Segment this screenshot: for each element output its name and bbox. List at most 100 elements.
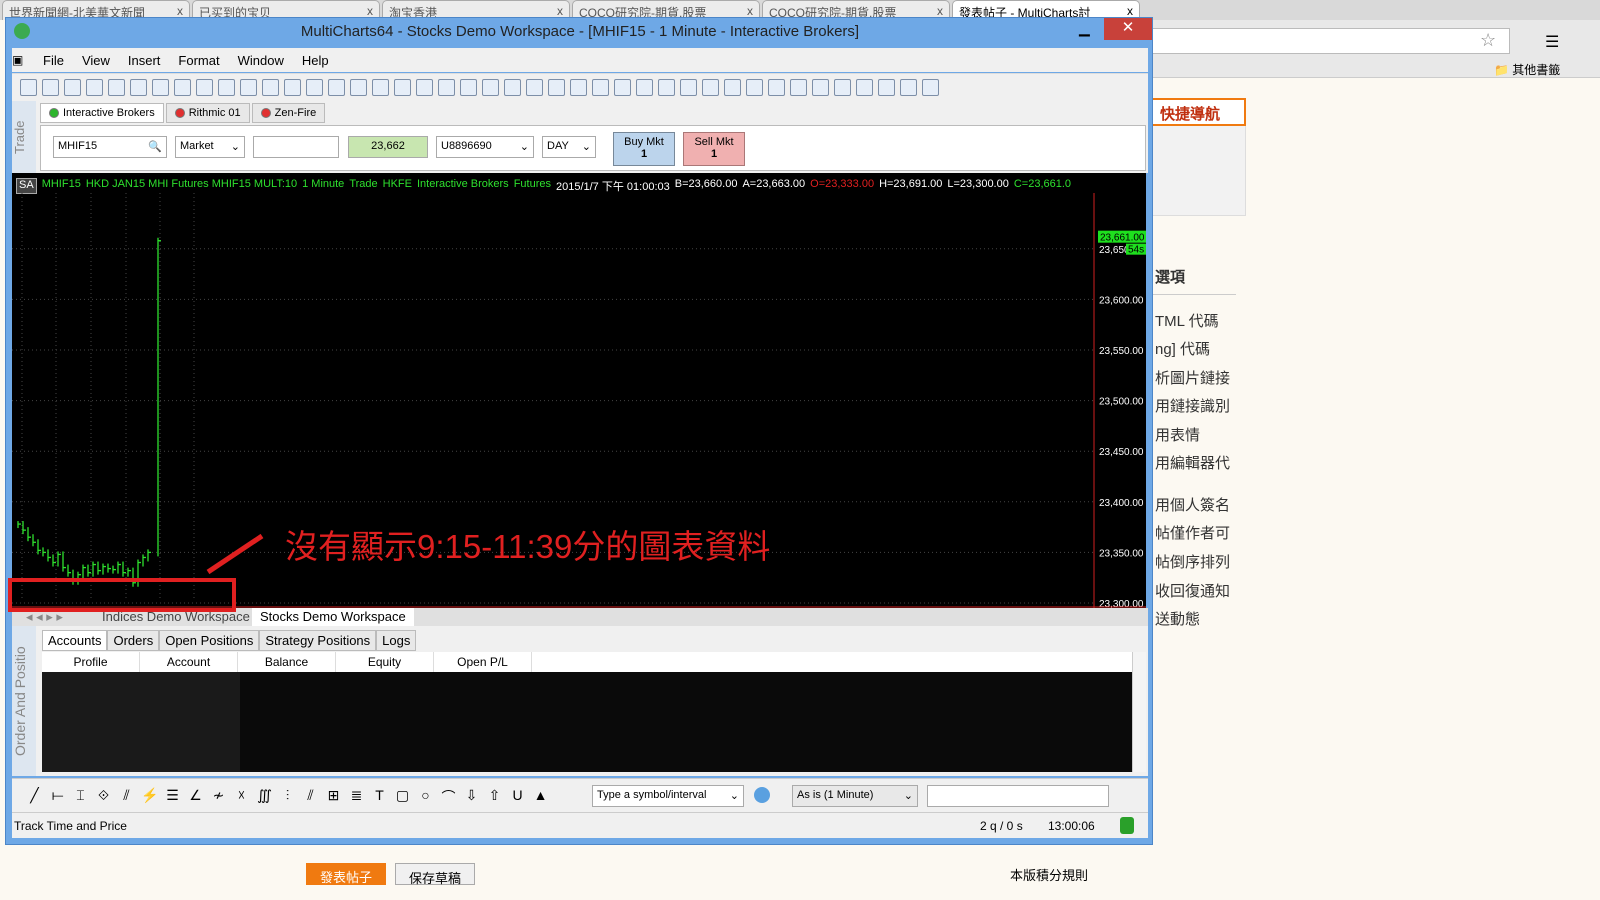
toolbar-button[interactable] — [768, 79, 785, 96]
post-button[interactable]: 發表帖子 — [306, 863, 386, 885]
connection-tab[interactable]: Rithmic 01 — [165, 103, 250, 123]
symbol-input[interactable]: MHIF15 🔍 — [53, 136, 167, 158]
drawing-tool-icon[interactable]: ≁ — [210, 787, 227, 807]
toolbar-button[interactable] — [746, 79, 763, 96]
menu-window[interactable]: Window — [229, 53, 293, 68]
minimize-icon[interactable]: ▁ — [1079, 20, 1090, 37]
tab-orders[interactable]: Orders — [107, 630, 160, 651]
buy-market-button[interactable]: Buy Mkt 1 — [613, 132, 675, 166]
drawing-tool-icon[interactable]: ☰ — [164, 787, 181, 807]
drawing-tool-icon[interactable]: ▢ — [394, 787, 411, 807]
drawing-tool-icon[interactable]: ⟝ — [49, 787, 66, 807]
toolbar-button[interactable] — [42, 79, 59, 96]
toolbar-button[interactable] — [284, 79, 301, 96]
drawing-tool-icon[interactable]: ≣ — [348, 787, 365, 807]
tab-logs[interactable]: Logs — [376, 630, 417, 651]
close-icon[interactable]: x — [937, 4, 943, 18]
toolbar-button[interactable] — [394, 79, 411, 96]
toolbar-button[interactable] — [724, 79, 741, 96]
toolbar-button[interactable] — [592, 79, 609, 96]
drawing-tool-icon[interactable]: ⫽ — [302, 787, 319, 807]
toolbar-button[interactable] — [196, 79, 213, 96]
symbol-interval-input[interactable]: Type a symbol/interval ⌄ — [592, 785, 744, 807]
option-item[interactable]: TML 代碼 — [1155, 310, 1219, 331]
toolbar-button[interactable] — [614, 79, 631, 96]
toolbar-button[interactable] — [504, 79, 521, 96]
tif-select[interactable]: DAY ⌄ — [542, 136, 596, 158]
toolbar-button[interactable] — [482, 79, 499, 96]
close-icon[interactable]: x — [1127, 4, 1133, 18]
drawing-tool-icon[interactable]: ⫽ — [118, 787, 135, 807]
drawing-tool-icon[interactable]: ⌶ — [72, 787, 89, 807]
toolbar-button[interactable] — [152, 79, 169, 96]
toolbar-button[interactable] — [790, 79, 807, 96]
column-header[interactable]: Open P/L — [434, 652, 532, 672]
toolbar-button[interactable] — [812, 79, 829, 96]
toolbar-button[interactable] — [306, 79, 323, 96]
toolbar-button[interactable] — [900, 79, 917, 96]
column-header[interactable]: Balance — [238, 652, 336, 672]
close-icon[interactable]: ✕ — [1104, 18, 1152, 40]
option-item[interactable]: 析圖片鏈接 — [1155, 367, 1230, 388]
toolbar-button[interactable] — [372, 79, 389, 96]
drawing-tool-icon[interactable]: T — [371, 787, 388, 807]
drawing-tool-icon[interactable]: ∠ — [187, 787, 204, 807]
toolbar-button[interactable] — [64, 79, 81, 96]
drawing-tool-icon[interactable]: ⟐ — [95, 787, 112, 807]
drawing-tool-icon[interactable]: ☓ — [233, 787, 250, 807]
connection-tab[interactable]: Zen-Fire — [251, 103, 326, 123]
toolbar-button[interactable] — [856, 79, 873, 96]
toolbar-button[interactable] — [460, 79, 477, 96]
sell-market-button[interactable]: Sell Mkt 1 — [683, 132, 745, 166]
address-bar[interactable] — [1150, 28, 1510, 54]
drawing-tool-icon[interactable]: ⇩ — [463, 787, 480, 807]
drawing-tool-icon[interactable]: ╱ — [26, 787, 43, 807]
globe-icon[interactable] — [754, 787, 770, 803]
rules-link[interactable]: 本版積分規則 — [1010, 865, 1088, 884]
drawing-style-select[interactable] — [927, 785, 1109, 807]
toolbar-button[interactable] — [20, 79, 37, 96]
option-item[interactable]: 用編輯器代 — [1155, 452, 1230, 473]
order-type-select[interactable]: Market ⌄ — [175, 136, 245, 158]
column-header[interactable]: Profile — [42, 652, 140, 672]
column-header[interactable]: Account — [140, 652, 238, 672]
tab-strategy-positions[interactable]: Strategy Positions — [259, 630, 377, 651]
menu-help[interactable]: Help — [293, 53, 338, 68]
price-field[interactable]: 23,662 — [348, 136, 428, 158]
toolbar-button[interactable] — [328, 79, 345, 96]
drawing-tool-icon[interactable]: ⊞ — [325, 787, 342, 807]
account-select[interactable]: U8896690 ⌄ — [436, 136, 534, 158]
drawing-tool-icon[interactable]: ∭ — [256, 787, 273, 807]
toolbar-button[interactable] — [570, 79, 587, 96]
toolbar-button[interactable] — [548, 79, 565, 96]
scrollbar[interactable] — [1132, 652, 1146, 772]
toolbar-button[interactable] — [878, 79, 895, 96]
save-draft-button[interactable]: 保存草稿 — [395, 863, 475, 886]
toolbar-button[interactable] — [174, 79, 191, 96]
drawing-tool-icon[interactable]: U — [509, 787, 526, 807]
quantity-stepper[interactable] — [253, 136, 339, 158]
toolbar-button[interactable] — [438, 79, 455, 96]
drawing-tool-icon[interactable]: ⌒ — [440, 787, 457, 807]
toolbar-button[interactable] — [658, 79, 675, 96]
drawing-tool-icon[interactable]: ▲ — [532, 787, 549, 807]
toolbar-button[interactable] — [416, 79, 433, 96]
drawing-tool-icon[interactable]: ⇧ — [486, 787, 503, 807]
close-icon[interactable]: x — [747, 4, 753, 18]
menu-format[interactable]: Format — [169, 53, 228, 68]
option-item[interactable]: ng] 代碼 — [1155, 338, 1210, 359]
star-icon[interactable]: ☆ — [1480, 30, 1496, 51]
toolbar-button[interactable] — [130, 79, 147, 96]
tab-accounts[interactable]: Accounts — [42, 630, 108, 651]
option-item[interactable]: 送動態 — [1155, 608, 1200, 629]
close-icon[interactable]: x — [367, 4, 373, 18]
drawing-tool-icon[interactable]: ○ — [417, 787, 434, 807]
option-item[interactable]: 收回復通知 — [1155, 580, 1230, 601]
connection-tab[interactable]: Interactive Brokers — [40, 103, 164, 123]
toolbar-button[interactable] — [680, 79, 697, 96]
option-item[interactable]: 帖倒序排列 — [1155, 551, 1230, 572]
toolbar-button[interactable] — [262, 79, 279, 96]
option-item[interactable]: 用表情 — [1155, 424, 1200, 445]
toolbar-button[interactable] — [526, 79, 543, 96]
tab-open-positions[interactable]: Open Positions — [159, 630, 260, 651]
